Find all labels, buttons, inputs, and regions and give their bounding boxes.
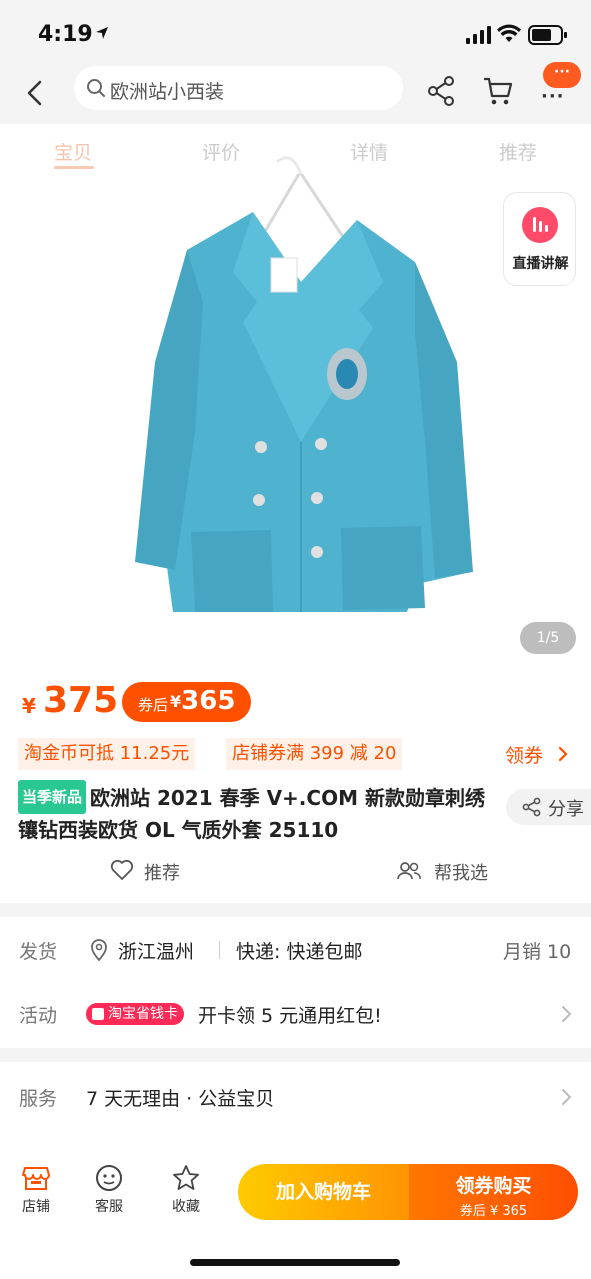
express-info: 快递: 快递包邮 xyxy=(236,941,363,963)
shop-button[interactable]: 店铺 xyxy=(9,1164,63,1216)
image-pager: 1/5 xyxy=(520,622,576,654)
promo-row: 淘金币可抵 11.25元 店铺券满 399 减 20 领券 xyxy=(0,738,591,770)
claim-coupon-link[interactable]: 领券 xyxy=(505,741,543,768)
after-coupon-label: 券后 xyxy=(138,696,169,714)
live-icon xyxy=(522,207,558,243)
message-bubble[interactable]: ··· xyxy=(543,62,581,88)
share-icon[interactable] xyxy=(427,76,455,106)
recommend-button[interactable]: 推荐 xyxy=(144,859,180,885)
divider xyxy=(219,941,220,959)
savings-card-label: 淘宝省钱卡 xyxy=(108,1006,178,1022)
current-price: 375 xyxy=(43,680,119,721)
share-label: 分享 xyxy=(548,799,584,820)
buy-with-coupon-button[interactable]: 领券购买 券后 ¥ 365 xyxy=(409,1164,578,1220)
product-detail-page: 4:19 欧洲站小西装 ··· ··· 宝贝 评价 详情 推荐 直播讲解 1/5… xyxy=(0,0,591,1279)
section-tabs: 宝贝 评价 详情 推荐 xyxy=(0,124,591,174)
tab-details[interactable]: 详情 xyxy=(350,138,388,165)
tab-underline xyxy=(54,166,94,169)
product-title-text: 欧洲站 2021 春季 V+.COM 新款勋章刺绣镶钻西装欧货 OL 气质外套 … xyxy=(18,786,485,842)
section-divider xyxy=(0,903,591,917)
shipping-row[interactable]: 发货 浙江温州 快递: 快递包邮 月销 10 xyxy=(0,921,591,977)
new-season-tag: 当季新品 xyxy=(18,780,87,814)
service-row[interactable]: 服务 7 天无理由 · 公益宝贝 xyxy=(0,1068,591,1124)
customer-service-button[interactable]: 客服 xyxy=(82,1164,136,1216)
share-icon xyxy=(522,797,541,817)
activity-row[interactable]: 活动 淘宝省钱卡 开卡领 5 元通用红包! xyxy=(0,985,591,1041)
after-coupon-value: 365 xyxy=(181,686,236,716)
cellular-signal-icon xyxy=(466,26,491,44)
live-explain-button[interactable]: 直播讲解 xyxy=(503,192,576,286)
section-divider xyxy=(0,1048,591,1062)
tab-recommend[interactable]: 推荐 xyxy=(499,138,537,165)
battery-icon xyxy=(528,25,567,45)
search-icon xyxy=(87,79,105,97)
monthly-sales: 月销 10 xyxy=(503,941,572,963)
heart-icon[interactable] xyxy=(110,859,134,881)
shipping-label: 发货 xyxy=(19,941,58,963)
service-text: 7 天无理由 · 公益宝贝 xyxy=(86,1088,275,1110)
star-icon xyxy=(173,1165,199,1190)
more-icon[interactable]: ··· xyxy=(541,86,565,107)
price-row: ¥ 375 券后 ¥365 xyxy=(0,676,591,732)
chevron-right-icon[interactable] xyxy=(557,746,569,762)
share-button[interactable]: 分享 xyxy=(506,789,591,825)
back-icon[interactable] xyxy=(20,78,50,108)
cart-icon[interactable] xyxy=(482,76,514,106)
help-choose-button[interactable]: 帮我选 xyxy=(434,859,488,885)
home-indicator xyxy=(190,1259,400,1266)
card-icon xyxy=(92,1008,104,1020)
buy-sub-label: 券后 ¥ 365 xyxy=(459,1204,528,1219)
add-to-cart-button[interactable]: 加入购物车 xyxy=(238,1164,409,1220)
tab-item[interactable]: 宝贝 xyxy=(54,138,92,165)
recommend-row: 推荐 帮我选 xyxy=(0,855,591,887)
customer-service-icon xyxy=(96,1165,122,1191)
clock: 4:19 xyxy=(38,22,93,47)
top-nav: 欧洲站小西装 ··· ··· xyxy=(0,62,591,124)
wifi-icon xyxy=(497,24,521,42)
product-image[interactable] xyxy=(125,142,485,642)
product-gallery[interactable]: 宝贝 评价 详情 推荐 直播讲解 1/5 xyxy=(0,124,591,668)
activity-text: 开卡领 5 元通用红包! xyxy=(198,1005,382,1027)
store-coupon-tag[interactable]: 店铺券满 399 减 20 xyxy=(226,738,403,770)
tab-reviews[interactable]: 评价 xyxy=(202,138,240,165)
status-bar: 4:19 xyxy=(0,0,591,62)
people-icon[interactable] xyxy=(396,861,422,881)
currency-symbol: ¥ xyxy=(22,694,36,718)
location-arrow-icon xyxy=(96,27,108,39)
ship-from-location: 浙江温州 xyxy=(118,941,195,963)
after-coupon-price: 券后 ¥365 xyxy=(122,682,252,722)
buy-label: 领券购买 xyxy=(455,1175,532,1197)
favorite-button[interactable]: 收藏 xyxy=(159,1164,213,1216)
shop-icon xyxy=(22,1167,50,1190)
live-label: 直播讲解 xyxy=(512,256,569,272)
search-query: 欧洲站小西装 xyxy=(110,81,225,103)
activity-label: 活动 xyxy=(19,1005,58,1027)
product-title: 当季新品 欧洲站 2021 春季 V+.COM 新款勋章刺绣镶钻西装欧货 OL 气… xyxy=(18,780,488,846)
savings-card-badge: 淘宝省钱卡 xyxy=(86,1003,184,1025)
shop-label: 店铺 xyxy=(22,1199,50,1215)
search-bar[interactable]: 欧洲站小西装 xyxy=(74,66,403,110)
chevron-right-icon xyxy=(562,1089,572,1105)
product-title-block: 当季新品 欧洲站 2021 春季 V+.COM 新款勋章刺绣镶钻西装欧货 OL 气… xyxy=(18,780,488,846)
customer-service-label: 客服 xyxy=(95,1199,123,1215)
location-pin-icon xyxy=(91,939,107,961)
coin-deduction-tag[interactable]: 淘金币可抵 11.25元 xyxy=(18,738,196,770)
favorite-label: 收藏 xyxy=(172,1199,200,1215)
after-coupon-currency: ¥ xyxy=(170,692,182,711)
chevron-right-icon xyxy=(562,1006,572,1022)
service-label: 服务 xyxy=(19,1088,58,1110)
